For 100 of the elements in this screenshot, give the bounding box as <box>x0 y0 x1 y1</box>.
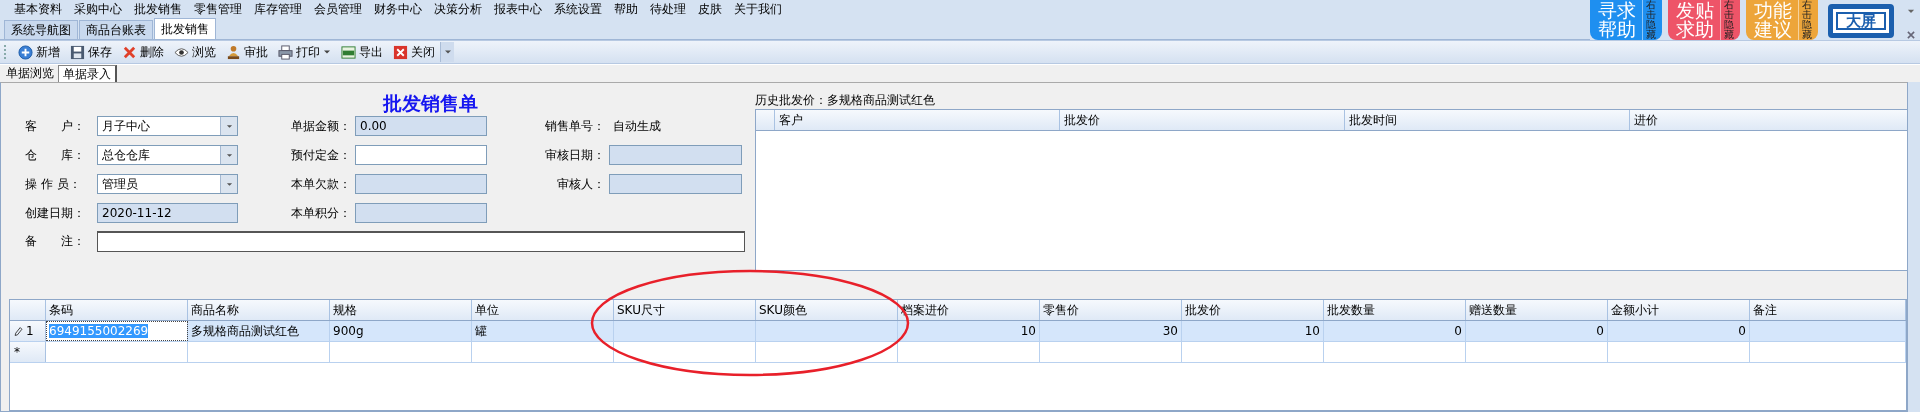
toolbar-button[interactable]: 删除 <box>117 42 169 62</box>
column-header[interactable]: 条码 <box>46 300 188 320</box>
history-title: 历史批发价：多规格商品测试红色 <box>755 92 936 109</box>
table-cell: 30 <box>1040 321 1182 341</box>
caret-icon <box>225 180 233 188</box>
field-value: 自动生成 <box>612 117 662 135</box>
cell-text: 6949155002269 <box>49 324 149 338</box>
toolbar-button[interactable]: 浏览 <box>169 42 221 62</box>
table-cell: 10 <box>1182 321 1324 341</box>
toolbar-button[interactable]: 打印 <box>273 42 336 62</box>
column-header[interactable]: 客户 <box>775 110 1060 130</box>
field-label: 本单欠款： <box>290 175 352 193</box>
menu-item[interactable]: 帮助 <box>608 1 644 18</box>
field-label: 销售单号： <box>544 117 606 135</box>
combo-box[interactable]: 管理员 <box>97 174 238 194</box>
table-cell: 0 <box>1324 321 1466 341</box>
combo-box[interactable]: 总仓仓库 <box>97 145 238 165</box>
floppy-icon <box>70 44 85 60</box>
field-label: 单据金额： <box>290 117 352 135</box>
toolbar-button[interactable]: 审批 <box>221 42 273 62</box>
toolbar-button[interactable]: 导出 <box>336 42 388 62</box>
column-header[interactable]: 金额小计 <box>1608 300 1750 320</box>
big-screen-button[interactable]: 大屏 <box>1828 4 1894 38</box>
column-header[interactable]: 商品名称 <box>188 300 330 320</box>
field-label: 备 注： <box>25 233 86 250</box>
form-title: 批发销售单 <box>381 91 479 116</box>
field-label: 本单积分： <box>290 204 352 222</box>
menu-item[interactable]: 基本资料 <box>8 1 68 18</box>
caret-icon <box>225 122 233 130</box>
menu-item[interactable]: 库存管理 <box>248 1 308 18</box>
menu-item[interactable]: 关于我们 <box>728 1 788 18</box>
menu-item[interactable]: 皮肤 <box>692 1 728 18</box>
column-header[interactable]: 批发价 <box>1060 110 1345 130</box>
table-cell: 0 <box>1608 321 1750 341</box>
dropdown-button[interactable] <box>220 117 237 135</box>
table-cell: 多规格商品测试红色 <box>188 321 330 341</box>
field-label: 审核人： <box>556 175 606 193</box>
caret-icon <box>443 48 452 56</box>
column-header[interactable]: 批发数量 <box>1324 300 1466 320</box>
toolbar-button[interactable]: 新增 <box>13 42 65 62</box>
input-field[interactable] <box>355 145 487 165</box>
combo-box[interactable]: 月子中心 <box>97 116 238 136</box>
column-header[interactable]: 规格 <box>330 300 472 320</box>
column-header[interactable]: 赠送数量 <box>1466 300 1608 320</box>
column-header[interactable]: 零售价 <box>1040 300 1182 320</box>
close-icon <box>393 44 408 60</box>
dropdown-button[interactable] <box>220 146 237 164</box>
overflow-button[interactable] <box>440 42 454 62</box>
column-header[interactable]: 批发价 <box>1182 300 1324 320</box>
toolbar-button[interactable]: 保存 <box>65 42 117 62</box>
menu-item[interactable]: 待处理 <box>644 1 692 18</box>
printer-icon <box>278 44 293 60</box>
table-cell: 900g <box>330 321 472 341</box>
document-tab[interactable]: 商品台账表 <box>79 20 153 39</box>
field-label: 预付定金： <box>290 146 352 164</box>
column-header[interactable]: 单位 <box>472 300 614 320</box>
column-header[interactable]: 批发时间 <box>1345 110 1630 130</box>
row-marker: 1 <box>26 324 34 338</box>
row-marker: * <box>14 345 20 359</box>
menu-item[interactable]: 财务中心 <box>368 1 428 18</box>
table-cell: 0 <box>1466 321 1608 341</box>
column-header[interactable]: SKU颜色 <box>756 300 898 320</box>
help-label: 发贴求助 <box>1675 0 1715 40</box>
field-label: 仓 库： <box>25 146 86 164</box>
tab[interactable]: 单据录入 <box>58 65 117 82</box>
pencil-icon <box>14 325 23 337</box>
input-field: 2020-11-12 <box>97 203 238 223</box>
column-header[interactable]: 进价 <box>1630 110 1907 130</box>
column-header[interactable]: 备注 <box>1750 300 1906 320</box>
menu-item[interactable]: 会员管理 <box>308 1 368 18</box>
field-label: 操 作 员： <box>25 175 82 193</box>
menu-item[interactable]: 系统设置 <box>548 1 608 18</box>
spreadsheet-icon <box>341 44 356 60</box>
table-row[interactable]: * <box>10 342 1906 363</box>
close-icon <box>1906 30 1916 40</box>
input-field: 0.00 <box>355 116 487 136</box>
document-tab[interactable]: 批发销售 <box>154 18 216 39</box>
menu-item[interactable]: 决策分析 <box>428 1 488 18</box>
menu-item[interactable]: 采购中心 <box>68 1 128 18</box>
help-label: 功能建议 <box>1753 0 1793 40</box>
toolbar-button[interactable]: 关闭 <box>388 42 440 62</box>
field-label: 客 户： <box>25 117 86 135</box>
person-icon <box>226 44 241 60</box>
plus-icon <box>18 44 33 60</box>
document-tab[interactable]: 系统导航图 <box>4 20 78 39</box>
dropdown-button[interactable] <box>220 175 237 193</box>
field-label: 审核日期： <box>544 146 606 164</box>
menu-item[interactable]: 报表中心 <box>488 1 548 18</box>
cross-icon <box>122 44 137 60</box>
menu-item[interactable]: 零售管理 <box>188 1 248 18</box>
tab[interactable]: 单据浏览 <box>2 65 58 81</box>
table-row[interactable]: 1 6949155002269 多规格商品测试红色 900g 罐 10 30 10 0 0 0 <box>10 321 1906 342</box>
caret-icon <box>225 151 233 159</box>
menu-item[interactable]: 批发销售 <box>128 1 188 18</box>
field-label: 创建日期： <box>25 204 86 222</box>
table-cell: 罐 <box>472 321 614 341</box>
help-label: 寻求帮助 <box>1597 0 1637 40</box>
input-field[interactable] <box>97 231 745 252</box>
column-header[interactable]: SKU尺寸 <box>614 300 756 320</box>
table-cell: 10 <box>898 321 1040 341</box>
